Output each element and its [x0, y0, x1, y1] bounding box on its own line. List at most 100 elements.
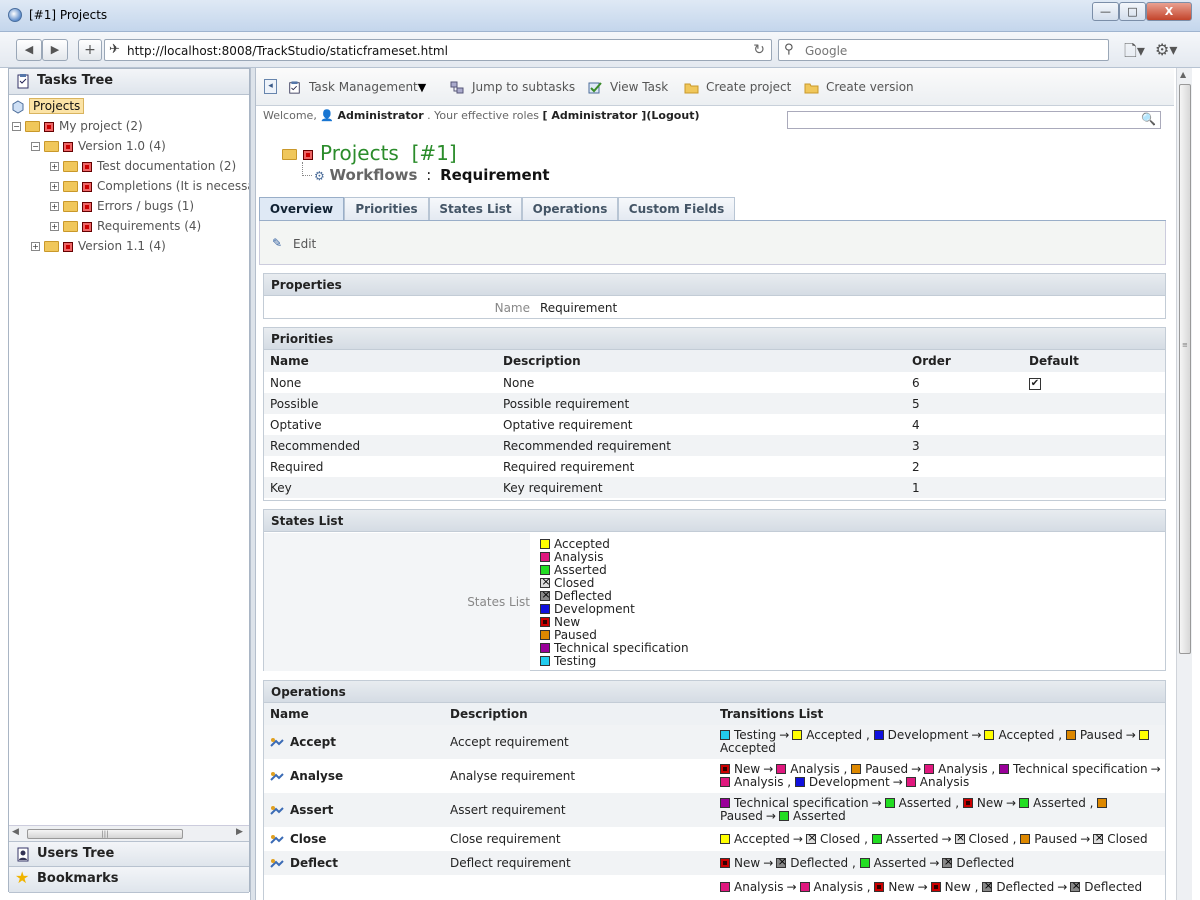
scroll-thumb[interactable]: ||| [27, 829, 183, 839]
page-menu-icon[interactable]: 🗋▾ [1124, 40, 1145, 67]
folder-icon [684, 83, 699, 94]
state-icon [720, 777, 730, 787]
create-project-button[interactable]: Create project [684, 80, 791, 94]
folder-icon [804, 83, 819, 94]
maximize-button[interactable]: □ [1119, 2, 1146, 21]
state-name: Closed [554, 576, 595, 590]
tree-label[interactable]: Completions (It is necessary [97, 179, 249, 193]
gear-icon[interactable]: ⚙▾ [1155, 40, 1177, 59]
search-icon[interactable]: 🔍 [1141, 112, 1156, 126]
expand-icon[interactable]: + [50, 162, 59, 171]
tab-priorities[interactable]: Priorities [344, 197, 429, 221]
tree-label[interactable]: Test documentation (2) [97, 159, 236, 173]
operation-name[interactable]: Analyse [290, 769, 343, 783]
table-row: CloseClose requirementAccepted→Closed , … [264, 827, 1165, 851]
separator: , [1008, 831, 1021, 846]
back-button[interactable]: ◀ [16, 39, 42, 61]
state-name: Accepted [554, 537, 610, 551]
state-name: Development [554, 602, 635, 616]
scroll-thumb[interactable]: ≡ [1179, 84, 1191, 654]
create-version-button[interactable]: Create version [804, 80, 914, 94]
collapse-icon[interactable]: − [31, 142, 40, 151]
close-window-button[interactable]: X [1146, 2, 1192, 21]
status-red-icon [82, 161, 92, 172]
status-red-icon [82, 181, 92, 192]
tab-overview[interactable]: Overview [259, 197, 344, 221]
tree-node-completions[interactable]: + Completions (It is necessary [50, 176, 249, 196]
forward-button[interactable]: ▶ [42, 39, 68, 61]
scroll-left-icon[interactable]: ◀ [12, 827, 19, 837]
default-checkbox[interactable]: ✔ [1029, 378, 1041, 390]
main-vertical-scrollbar[interactable]: ▲ ≡ [1176, 68, 1192, 900]
operations-header-row: Name Description Transitions List [264, 703, 1165, 725]
expand-icon[interactable]: + [31, 242, 40, 251]
list-item: Testing [540, 655, 689, 668]
tree-node-my-project[interactable]: − My project (2) [12, 116, 143, 136]
tree-label[interactable]: Requirements (4) [97, 219, 201, 233]
transition-state: Asserted [873, 855, 927, 870]
operation-name[interactable]: Accept [290, 735, 336, 749]
tab-custom-fields[interactable]: Custom Fields [618, 197, 735, 221]
tree-label[interactable]: Version 1.1 (4) [78, 239, 166, 253]
new-tab-plus-icon[interactable]: + [78, 39, 102, 61]
tree-label[interactable]: Errors / bugs (1) [97, 199, 194, 213]
expand-icon[interactable]: + [50, 182, 59, 191]
operation-description [444, 875, 714, 899]
task-management-menu[interactable]: Task Management▼ [287, 80, 426, 94]
tasks-tree-header[interactable]: Tasks Tree [9, 69, 249, 95]
state-analysis-icon [540, 552, 550, 562]
operation-name[interactable]: Assert [290, 803, 333, 817]
operation-name[interactable]: Deflect [290, 856, 338, 870]
collapse-pane-icon[interactable]: ◂ [264, 79, 277, 94]
tree-node-projects[interactable]: Projects [11, 96, 85, 116]
state-icon [794, 777, 805, 787]
view-task-button[interactable]: View Task [588, 80, 668, 94]
tree-node-requirements[interactable]: + Requirements (4) [50, 216, 201, 236]
browser-search-input[interactable] [805, 44, 1095, 58]
expand-icon[interactable]: + [50, 202, 59, 211]
scroll-right-icon[interactable]: ▶ [236, 827, 243, 837]
minimize-button[interactable]: — [1092, 2, 1119, 21]
url-bar[interactable]: ✈ http://localhost:8008/TrackStudio/stat… [104, 39, 772, 61]
edit-pencil-icon[interactable]: ✎ [272, 236, 282, 250]
operation-icon [270, 834, 284, 844]
tree-label-projects[interactable]: Projects [29, 98, 85, 114]
left-pane: Tasks Tree Projects − My project (2) − Ver… [8, 68, 250, 893]
tree-node-errors-bugs[interactable]: + Errors / bugs (1) [50, 196, 194, 216]
logout-link[interactable]: (Logout) [646, 109, 699, 122]
tab-states-list[interactable]: States List [429, 197, 522, 221]
tree-label[interactable]: My project (2) [59, 119, 143, 133]
users-tree-header[interactable]: Users Tree [9, 841, 249, 867]
tree-horizontal-scrollbar[interactable]: ◀ ||| ▶ [9, 825, 249, 841]
breadcrumb-workflows[interactable]: Workflows [330, 166, 418, 184]
jump-to-subtasks-button[interactable]: Jump to subtasks [450, 80, 575, 94]
breadcrumb: ⚙ Workflows : Requirement [314, 166, 550, 184]
tree-node-test-documentation[interactable]: + Test documentation (2) [50, 156, 236, 176]
expand-icon[interactable]: + [50, 222, 59, 231]
tab-operations[interactable]: Operations [522, 197, 618, 221]
tree-node-version-1-0[interactable]: − Version 1.0 (4) [31, 136, 166, 156]
bookmarks-header[interactable]: ★ Bookmarks [9, 867, 249, 893]
create-version-label: Create version [826, 80, 914, 94]
operation-name[interactable]: Close [290, 832, 326, 846]
table-row: Required Required requirement 2 [264, 456, 1165, 477]
state-icon [962, 798, 973, 808]
task-search-input[interactable] [788, 112, 1128, 128]
tree-label[interactable]: Version 1.0 (4) [78, 139, 166, 153]
browser-navbar: ◀ ▶ + ✈ http://localhost:8008/TrackStudi… [0, 32, 1200, 68]
arrow-icon: → [779, 728, 790, 742]
state-icon [776, 855, 787, 869]
tree-node-version-1-1[interactable]: + Version 1.1 (4) [31, 236, 166, 256]
scroll-up-icon[interactable]: ▲ [1180, 70, 1186, 79]
browser-search-box[interactable]: ⚲ [778, 39, 1109, 61]
state-icon [720, 833, 730, 844]
url-text[interactable]: http://localhost:8008/TrackStudio/static… [127, 44, 448, 58]
states-list: Accepted Analysis Asserted Closed Deflec… [540, 538, 689, 668]
priorities-table: Name Description Order Default None None… [264, 350, 1165, 498]
task-search-box[interactable]: 🔍 [787, 111, 1161, 129]
collapse-icon[interactable]: − [12, 122, 21, 131]
edit-button[interactable]: Edit [293, 237, 316, 251]
properties-header: Properties [264, 274, 1165, 296]
reload-icon[interactable]: ↻ [753, 42, 765, 58]
column-header: Default [1023, 350, 1165, 372]
